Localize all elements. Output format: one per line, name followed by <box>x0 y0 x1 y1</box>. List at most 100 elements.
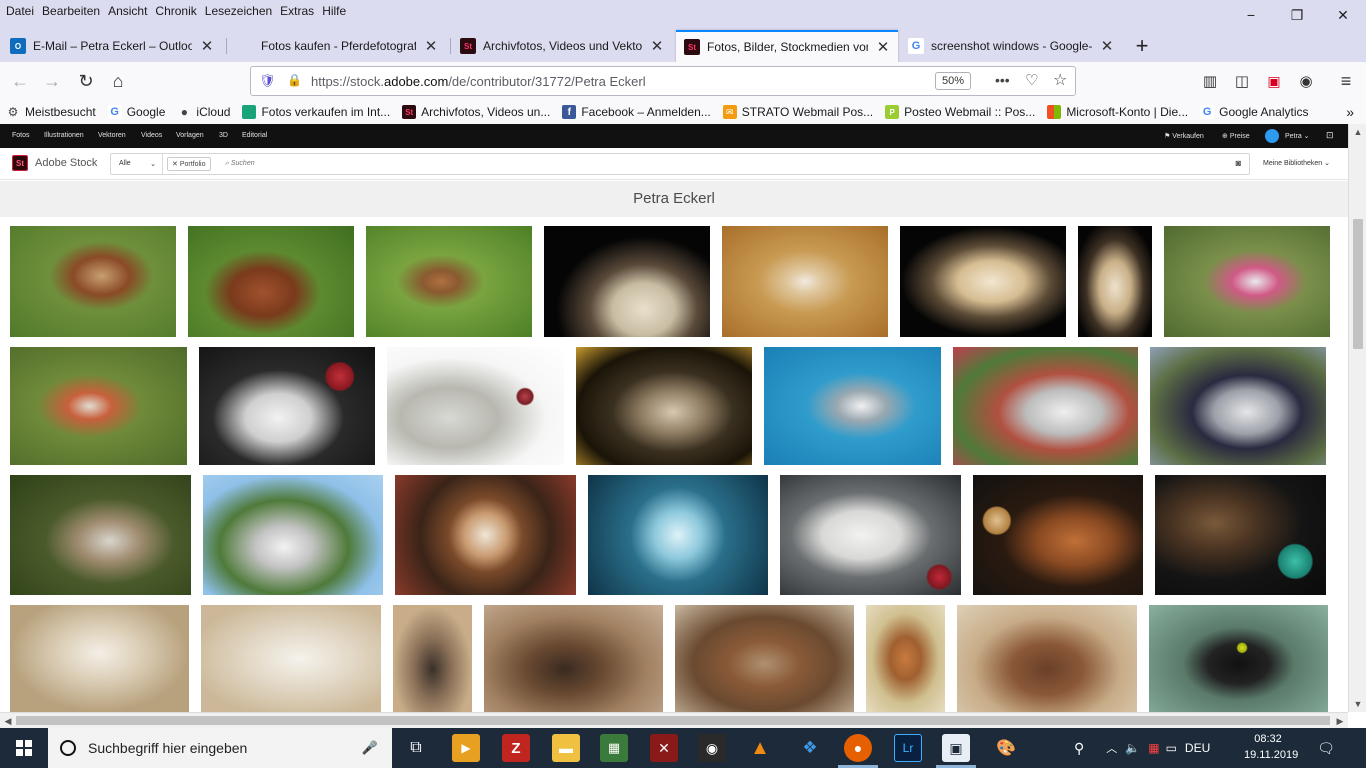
start-button[interactable] <box>0 728 48 768</box>
horizontal-scroll-thumb[interactable] <box>16 716 1330 725</box>
photo-two-horses-trees[interactable] <box>10 475 191 595</box>
photo-bulls-running[interactable] <box>484 605 663 712</box>
close-window-button[interactable]: ✕ <box>1320 0 1366 30</box>
lock-icon[interactable]: 🔒 <box>287 73 302 87</box>
nav-illustrationen[interactable]: Illustrationen <box>44 132 84 139</box>
vlc-icon[interactable]: ▲ <box>746 734 774 762</box>
menu-chronik[interactable]: Chronik <box>151 0 200 22</box>
nav-verkaufen[interactable]: ⚑ Verkaufen <box>1164 132 1204 140</box>
vertical-scroll-thumb[interactable] <box>1353 219 1363 349</box>
paint-icon[interactable]: 🎨 <box>992 734 1020 762</box>
sidebar-icon[interactable]: ◫ <box>1228 67 1256 95</box>
bookmark-google-analytics[interactable]: G Google Analytics <box>1194 105 1314 119</box>
photo-grey-horse-colorful-bokeh[interactable] <box>953 347 1138 465</box>
bookmark-icloud[interactable]: ● iCloud <box>171 105 236 119</box>
url-bar[interactable]: 🛡 🔒 https://stock.adobe.com/de/contribut… <box>250 66 1076 96</box>
camera-app-icon[interactable]: ◉ <box>698 734 726 762</box>
close-tab-icon[interactable]: ✕ <box>648 37 666 55</box>
bookmark-facebook[interactable]: f Facebook – Anmelden... <box>556 105 716 119</box>
forward-arrow-icon[interactable]: → <box>38 67 66 95</box>
app-icon-red[interactable]: ✕ <box>650 734 678 762</box>
menu-datei[interactable]: Datei <box>2 0 38 22</box>
nav-3d[interactable]: 3D <box>219 132 228 139</box>
minimize-button[interactable]: − <box>1228 0 1274 30</box>
photo-chestnut-horse-ornament[interactable] <box>973 475 1143 595</box>
language-indicator[interactable]: DEU <box>1185 741 1210 755</box>
task-view-icon[interactable]: ⧉ <box>402 734 430 762</box>
my-libraries-button[interactable]: Meine Bibliotheken ⌄ <box>1263 159 1330 167</box>
photo-white-horse-light[interactable] <box>201 605 381 712</box>
new-tab-button[interactable]: + <box>1128 30 1156 62</box>
photo-foal[interactable] <box>866 605 945 712</box>
bookmarks-overflow-icon[interactable]: » <box>1340 104 1366 120</box>
pocket-toolbar-icon[interactable]: ▣ <box>1260 67 1288 95</box>
photo-horse-in-sea[interactable] <box>764 347 941 465</box>
photo-woman-running-horse[interactable] <box>1164 226 1330 337</box>
scroll-left-icon[interactable]: ◀ <box>0 713 16 729</box>
url-text[interactable]: https://stock.adobe.com/de/contributor/3… <box>311 74 646 89</box>
window-app-icon[interactable]: ▣ <box>942 734 970 762</box>
network-icon[interactable]: ▦ <box>1148 741 1159 755</box>
file-explorer-icon[interactable]: ▬ <box>552 734 580 762</box>
stock-search-box[interactable]: Alle ⌄ ✕ Portfolio ⌕ Suchen ◙ <box>110 153 1250 175</box>
scroll-up-icon[interactable]: ▲ <box>1350 124 1366 140</box>
photo-white-horse-christmas-ornament[interactable] <box>199 347 375 465</box>
bookmark-meistbesucht[interactable]: ⚙ Meistbesucht <box>0 105 102 119</box>
nav-editorial[interactable]: Editorial <box>242 132 267 139</box>
close-tab-icon[interactable]: ✕ <box>1098 37 1116 55</box>
scroll-right-icon[interactable]: ▶ <box>1332 713 1348 729</box>
filezilla-icon[interactable]: Z <box>502 734 530 762</box>
close-tab-icon[interactable]: ✕ <box>874 38 892 56</box>
menu-ansicht[interactable]: Ansicht <box>104 0 151 22</box>
notification-center-icon[interactable]: 🗨 <box>1316 738 1336 758</box>
people-icon[interactable]: ⚲ <box>1074 740 1084 757</box>
reload-icon[interactable]: ↻ <box>72 67 100 95</box>
bookmark-google[interactable]: G Google <box>102 105 172 119</box>
bookmark-fotos-verkaufen[interactable]: Fotos verkaufen im Int... <box>236 105 396 119</box>
photo-horse-mane-flowing[interactable] <box>10 605 189 712</box>
adobe-stock-logo[interactable]: St Adobe Stock <box>12 155 97 171</box>
photo-viewer-icon[interactable]: ▦ <box>600 734 628 762</box>
home-icon[interactable]: ⌂ <box>104 67 132 95</box>
photo-horse-long-mane[interactable] <box>900 226 1066 337</box>
photo-horse-snow-branch[interactable] <box>387 347 564 465</box>
photo-horse-bokeh-lights[interactable] <box>576 347 752 465</box>
shield-icon[interactable]: 🛡 <box>259 73 276 89</box>
lightroom-icon[interactable]: Lr <box>894 734 922 762</box>
photo-longhorn-cattle[interactable] <box>675 605 854 712</box>
tab-google-search[interactable]: G screenshot windows - Google-S ✕ <box>900 30 1122 62</box>
back-arrow-icon[interactable]: ← <box>6 67 34 95</box>
dropbox-icon[interactable]: ❖ <box>796 734 824 762</box>
photo-white-horse-golden[interactable] <box>722 226 888 337</box>
menu-hilfe[interactable]: Hilfe <box>318 0 350 22</box>
photo-horse-black-background[interactable] <box>544 226 710 337</box>
tab-fotos-bilder-active[interactable]: St Fotos, Bilder, Stockmedien von ✕ <box>676 30 898 62</box>
portfolio-filter-chip[interactable]: ✕ Portfolio <box>167 157 211 171</box>
bookmark-archivfotos[interactable]: St Archivfotos, Videos un... <box>396 105 556 119</box>
menu-bearbeiten[interactable]: Bearbeiten <box>38 0 104 22</box>
nav-preise[interactable]: ⊕ Preise <box>1222 132 1250 140</box>
battery-icon[interactable]: ▭ <box>1166 741 1177 755</box>
close-tab-icon[interactable]: ✕ <box>422 37 440 55</box>
nav-vektoren[interactable]: Vektoren <box>98 132 126 139</box>
more-actions-icon[interactable]: ••• <box>995 72 1010 88</box>
vertical-scrollbar[interactable]: ▲ ▼ <box>1348 124 1366 712</box>
photo-rider-horse-blue-bonnet[interactable] <box>1150 347 1326 465</box>
nav-fotos[interactable]: Fotos <box>12 132 30 139</box>
firefox-icon[interactable]: ● <box>844 734 872 762</box>
library-icon[interactable]: ▥ <box>1196 67 1224 95</box>
pocket-icon[interactable]: ♡ <box>1025 71 1038 89</box>
bookmark-posteo[interactable]: P Posteo Webmail :: Pos... <box>879 105 1041 119</box>
bookmark-star-icon[interactable]: ☆ <box>1053 70 1067 90</box>
photo-dog-running[interactable] <box>366 226 532 337</box>
volume-icon[interactable]: 🔈 <box>1125 741 1140 755</box>
hamburger-menu-icon[interactable]: ≡ <box>1332 67 1360 95</box>
search-input[interactable]: ⌕ Suchen <box>225 160 255 168</box>
tab-pferdefotografie[interactable]: Fotos kaufen - Pferdefotografie ✕ <box>230 30 446 62</box>
photo-horse-herd[interactable] <box>957 605 1137 712</box>
search-scope-dropdown[interactable]: Alle ⌄ <box>111 154 163 174</box>
restore-button[interactable]: ❐ <box>1274 0 1320 30</box>
bookmark-strato[interactable]: ✉ STRATO Webmail Pos... <box>717 105 879 119</box>
zoom-indicator[interactable]: 50% <box>935 72 971 90</box>
camera-icon[interactable]: ◙ <box>1236 158 1241 168</box>
